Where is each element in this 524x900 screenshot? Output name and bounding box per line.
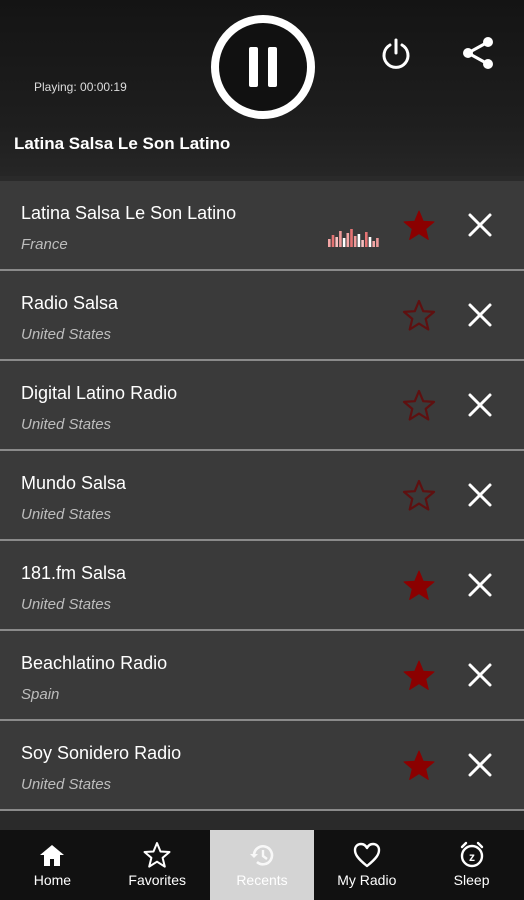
station-country: France — [21, 236, 68, 253]
close-icon[interactable] — [466, 751, 494, 779]
station-list: Latina Salsa Le Son Latino France Radio Sa… — [0, 181, 524, 811]
power-icon[interactable] — [378, 36, 414, 72]
close-icon[interactable] — [466, 301, 494, 329]
playing-time: Playing: 00:00:19 — [34, 80, 127, 94]
close-icon[interactable] — [466, 391, 494, 419]
history-icon — [249, 845, 274, 866]
bottom-nav: Home Favorites Recents My Radio z Sleep — [0, 830, 524, 900]
nav-item-home[interactable]: Home — [0, 830, 105, 900]
station-country: United States — [21, 596, 112, 613]
star-filled-icon[interactable] — [401, 568, 437, 604]
pause-icon — [249, 47, 258, 87]
station-name: 181.fm Salsa — [21, 563, 127, 583]
station-name: Digital Latino Radio — [21, 383, 178, 403]
station-name: Radio Salsa — [21, 293, 119, 313]
nav-item-sleep[interactable]: z Sleep — [419, 830, 524, 900]
star-outline-icon[interactable] — [401, 388, 437, 424]
star-outline-icon[interactable] — [401, 478, 437, 514]
station-row[interactable]: 181.fm Salsa United States — [0, 541, 524, 631]
nav-label: Favorites — [128, 872, 186, 888]
player-header: Playing: 00:00:19 Latina Salsa Le Son La… — [0, 0, 524, 176]
star-filled-icon[interactable] — [401, 208, 437, 244]
station-row[interactable]: Latina Salsa Le Son Latino France — [0, 181, 524, 271]
close-icon[interactable] — [466, 481, 494, 509]
station-name: Mundo Salsa — [21, 473, 127, 493]
station-row[interactable]: Beachlatino Radio Spain — [0, 631, 524, 721]
station-country: United States — [21, 326, 112, 343]
nav-item-favorites[interactable]: Favorites — [105, 830, 210, 900]
nav-item-my-radio[interactable]: My Radio — [314, 830, 419, 900]
station-row[interactable]: Mundo Salsa United States — [0, 451, 524, 541]
close-icon[interactable] — [466, 211, 494, 239]
star-filled-icon[interactable] — [401, 658, 437, 694]
nav-label: My Radio — [337, 872, 397, 888]
station-name: Latina Salsa Le Son Latino — [21, 203, 237, 223]
nav-label: Recents — [236, 872, 288, 888]
station-country: United States — [21, 776, 112, 793]
station-country: Spain — [21, 686, 60, 703]
svg-text:z: z — [469, 850, 475, 864]
home-icon — [40, 845, 65, 866]
station-name: Soy Sonidero Radio — [21, 743, 182, 763]
star-outline-icon[interactable] — [401, 298, 437, 334]
nav-label: Home — [33, 872, 72, 888]
station-row[interactable]: Radio Salsa United States — [0, 271, 524, 361]
close-icon[interactable] — [466, 661, 494, 689]
heart-icon — [353, 842, 380, 868]
alarm-icon: z — [460, 841, 483, 868]
star-filled-icon[interactable] — [401, 748, 437, 784]
pause-button[interactable] — [211, 15, 315, 119]
star-icon — [143, 842, 171, 868]
nav-item-recents[interactable]: Recents — [209, 830, 315, 900]
pause-icon — [268, 47, 277, 87]
station-row[interactable]: Soy Sonidero Radio United States — [0, 721, 524, 811]
station-row[interactable]: Digital Latino Radio United States — [0, 361, 524, 451]
equalizer-icon — [328, 229, 379, 247]
station-country: United States — [21, 416, 112, 433]
station-name: Beachlatino Radio — [21, 653, 168, 673]
current-station-title: Latina Salsa Le Son Latino — [14, 134, 231, 153]
nav-label: Sleep — [453, 872, 490, 888]
close-icon[interactable] — [466, 571, 494, 599]
station-country: United States — [21, 506, 112, 523]
share-icon[interactable] — [459, 34, 497, 72]
